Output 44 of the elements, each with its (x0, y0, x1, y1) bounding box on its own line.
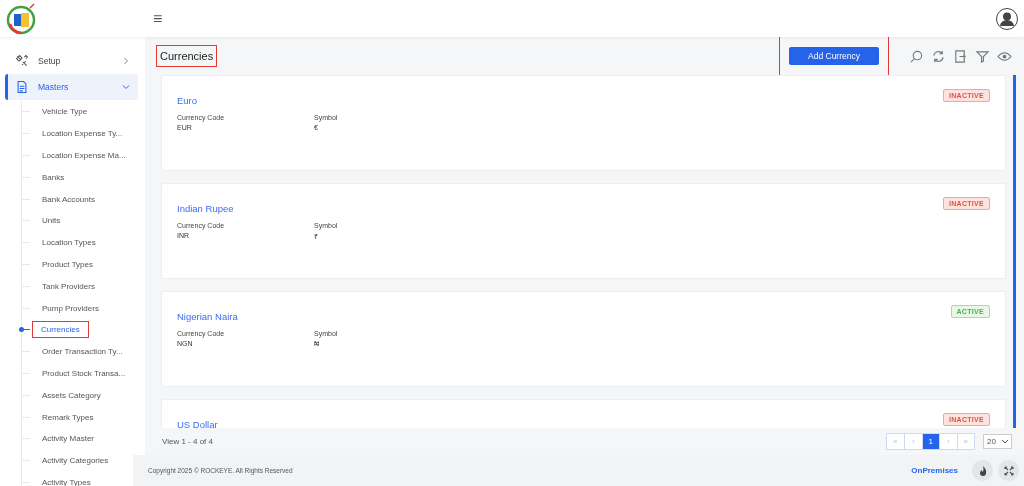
filter-icon[interactable] (975, 48, 990, 64)
sidebar-item[interactable]: Location Expense Ty... (41, 127, 124, 141)
flame-button[interactable] (972, 460, 993, 481)
sidebar-item[interactable]: Units (41, 214, 62, 228)
sidebar-group[interactable]: Masters (5, 74, 138, 100)
currency-name[interactable]: US Dollar (177, 419, 218, 428)
sidebar-item[interactable]: Currencies (33, 322, 88, 338)
export-icon[interactable] (953, 48, 968, 64)
sidebar-group-label: Masters (38, 82, 69, 92)
sidebar-item[interactable]: Banks (41, 170, 66, 184)
sidebar-item[interactable]: Bank Accounts (41, 192, 96, 206)
record-count: View 1 - 4 of 4 (162, 437, 213, 446)
sidebar-item[interactable]: Remark Types (41, 410, 95, 424)
fullscreen-button[interactable] (998, 460, 1019, 481)
search-icon[interactable] (909, 48, 924, 64)
currency-name[interactable]: Euro (177, 95, 198, 106)
mode-link[interactable]: OnPremises (911, 466, 958, 475)
sidebar-item[interactable]: Assets Category (41, 388, 102, 402)
avatar-icon[interactable] (996, 7, 1018, 30)
sidebar-group[interactable]: Setup (5, 48, 138, 74)
sidebar-item[interactable]: Activity Categories (41, 454, 110, 468)
sidebar-item[interactable]: Tank Providers (41, 279, 96, 293)
sidebar-item[interactable]: Activity Master (41, 432, 95, 446)
flame-icon (977, 465, 988, 476)
add-currency-button[interactable]: Add Currency (789, 47, 879, 65)
caret-icon (1002, 439, 1008, 444)
currency-name[interactable]: Indian Rupee (177, 203, 234, 214)
page-title: Currencies (157, 46, 217, 66)
document-icon (15, 80, 29, 94)
refresh-icon[interactable] (931, 48, 946, 64)
menu-button[interactable]: ≡ (149, 9, 167, 28)
page-size-select[interactable]: 20 (983, 434, 1012, 449)
sidebar-item[interactable]: Order Transaction Ty... (41, 345, 124, 359)
scrollbar[interactable] (1013, 75, 1016, 428)
sidebar-item[interactable]: Vehicle Type (41, 105, 89, 119)
fullscreen-icon (1003, 465, 1014, 476)
sidebar-item[interactable]: Activity Types (41, 475, 92, 486)
currency-name[interactable]: Nigerian Naira (177, 311, 238, 322)
sidebar-item[interactable]: Product Stock Transa... (41, 366, 127, 380)
sidebar-item[interactable]: Location Expense Ma... (41, 149, 127, 162)
sidebar-item[interactable]: Location Types (41, 236, 97, 250)
sidebar-group-label: Setup (38, 56, 61, 66)
sidebar-item[interactable]: Pump Providers (41, 301, 100, 315)
sidebar-item[interactable]: Product Types (41, 257, 94, 271)
